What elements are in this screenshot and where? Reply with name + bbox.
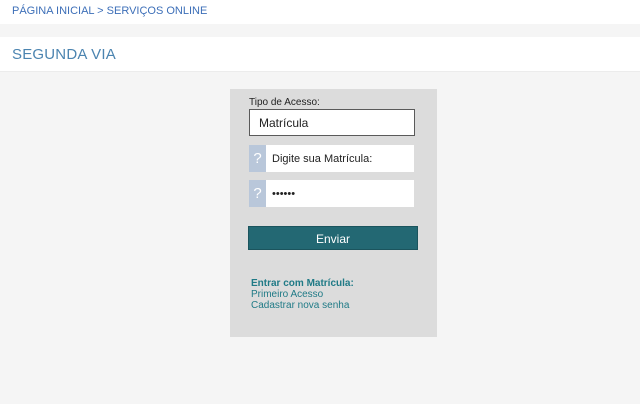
login-panel: Tipo de Acesso: Matrícula ? ? Enviar Ent… <box>230 89 437 337</box>
matricula-row: ? <box>249 145 414 172</box>
breadcrumb-current-link[interactable]: SERVIÇOS ONLINE <box>107 5 208 17</box>
breadcrumb-separator: > <box>94 5 107 17</box>
login-links: Entrar com Matrícula: Primeiro Acesso Ca… <box>251 278 354 311</box>
matricula-help-icon[interactable]: ? <box>249 145 266 172</box>
breadcrumb: PÁGINA INICIAL > SERVIÇOS ONLINE <box>0 0 640 24</box>
header-gap <box>0 24 640 37</box>
password-help-icon[interactable]: ? <box>249 180 266 207</box>
first-access-link[interactable]: Primeiro Acesso <box>251 289 354 300</box>
new-password-link[interactable]: Cadastrar nova senha <box>251 300 354 311</box>
password-input[interactable] <box>266 180 414 207</box>
submit-button[interactable]: Enviar <box>248 226 418 250</box>
page-title: SEGUNDA VIA <box>12 46 116 63</box>
access-type-label: Tipo de Acesso: <box>249 97 320 108</box>
page-title-bar: SEGUNDA VIA <box>0 37 640 72</box>
access-type-select[interactable]: Matrícula <box>249 109 415 136</box>
matricula-input[interactable] <box>266 145 414 172</box>
links-heading: Entrar com Matrícula: <box>251 278 354 289</box>
password-row: ? <box>249 180 414 207</box>
breadcrumb-home-link[interactable]: PÁGINA INICIAL <box>12 5 94 17</box>
